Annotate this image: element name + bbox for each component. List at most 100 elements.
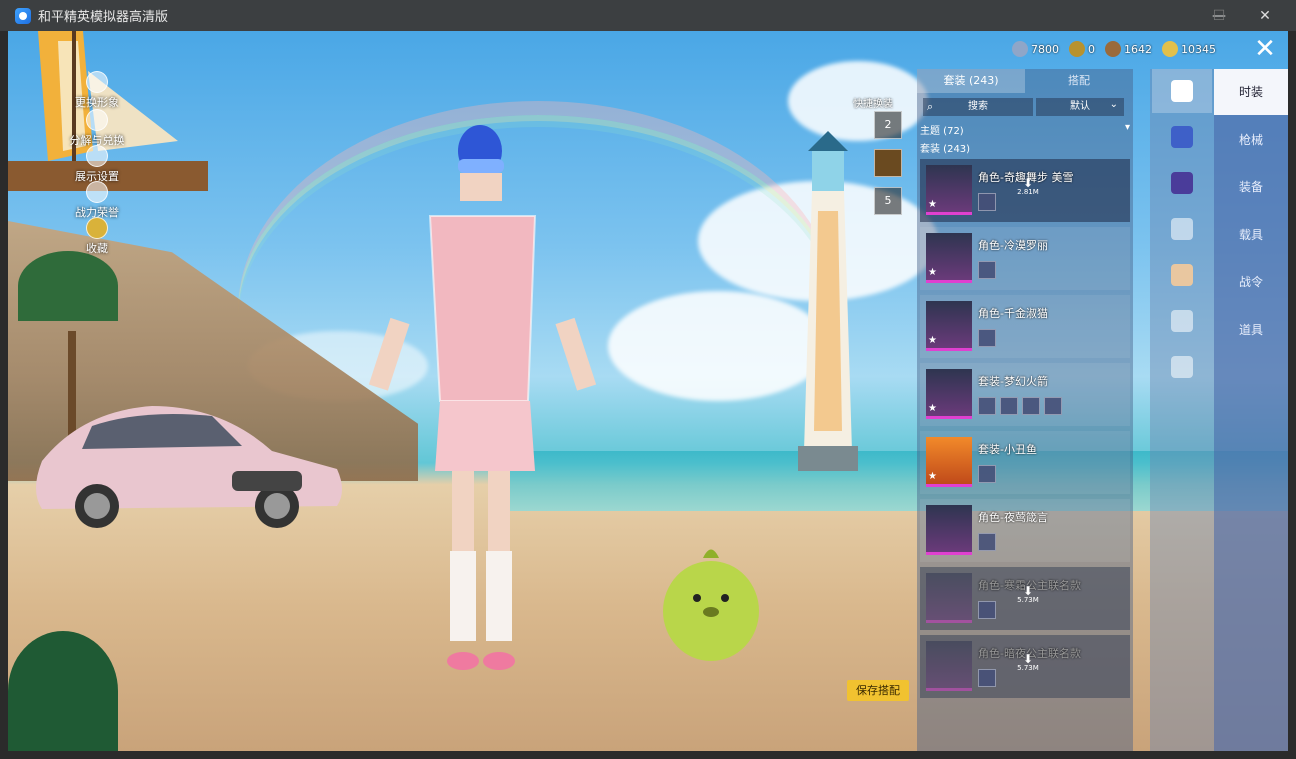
trophy-icon (86, 217, 108, 239)
outfit-name: 角色-千金淑猫 (978, 307, 1048, 320)
currency-value: 0 (1088, 42, 1095, 56)
theme-filter[interactable]: 主题 (72) ▾ (917, 116, 1133, 137)
outfit-part-icon (978, 261, 996, 279)
download-size: 5.73M (1017, 664, 1039, 672)
list-item[interactable]: ★ 角色-冷漠罗丽 (920, 227, 1130, 290)
list-item[interactable]: ★ 角色-千金淑猫 (920, 295, 1130, 358)
list-item[interactable]: 角色-寒霜公主联名款 ⬇ 5.73M (920, 567, 1130, 630)
outfit-part-icon (978, 601, 996, 619)
exchange-icon (86, 109, 108, 131)
outfit-part-icon (978, 533, 996, 551)
minimize-button-alt (1150, 0, 1196, 31)
outfit-thumbnail: ★ (926, 369, 972, 419)
search-row: 搜索 默认 (917, 93, 1133, 116)
download-size: 2.81M (1017, 188, 1039, 196)
helmet-hair-icon[interactable] (1152, 115, 1212, 159)
palm-leaves (8, 631, 118, 751)
currency-value: 1642 (1124, 42, 1152, 56)
currency-item[interactable]: 1642 (1105, 41, 1152, 57)
outfit-name: 角色-冷漠罗丽 (978, 239, 1048, 252)
maximize-button[interactable]: ☐ (1196, 0, 1242, 31)
save-outfit-button[interactable]: 保存搭配 (847, 680, 909, 701)
pants-icon[interactable] (1152, 299, 1212, 343)
change-appearance-label: 更换形象 (75, 96, 119, 109)
bronze-coin-icon (1105, 41, 1121, 57)
gem-icon (1012, 41, 1028, 57)
search-input[interactable]: 搜索 (923, 98, 1033, 116)
list-item[interactable]: 角色-暗夜公主联名款 ⬇ 5.73M (920, 635, 1130, 698)
outfit-thumbnail (926, 573, 972, 623)
theme-filter-label: 主题 (72) (920, 126, 964, 137)
gold-coin-icon (1162, 41, 1178, 57)
currency-item[interactable]: 10345 (1162, 41, 1216, 57)
download-icon[interactable]: ⬇ 2.81M (1016, 177, 1040, 196)
quick-slot[interactable]: 2 (874, 111, 902, 139)
flame-icon (86, 181, 108, 203)
tab-outfits[interactable]: 搭配 (1025, 69, 1133, 93)
currency-item[interactable]: 7800 (1012, 41, 1059, 57)
collection-button[interactable]: 收藏 (62, 217, 132, 256)
outfit-thumbnail: ★ (926, 301, 972, 351)
tab-battle-pass[interactable]: 战令 (1214, 259, 1288, 305)
power-honor-button[interactable]: 战力荣誉 (62, 181, 132, 220)
list-item[interactable]: ★ 角色-奇趣舞步 美雪 ⬇ 2.81M (920, 159, 1130, 222)
outfit-thumbnail: ★ (926, 437, 972, 487)
close-icon[interactable]: ✕ (1252, 36, 1278, 63)
quick-change-label[interactable]: 快捷换装 (853, 95, 893, 110)
star-icon: ★ (928, 471, 937, 482)
outfit-thumbnail (926, 505, 972, 555)
quick-slot[interactable] (874, 149, 902, 177)
top-icon[interactable] (1152, 253, 1212, 297)
shoes-icon[interactable] (1152, 345, 1212, 389)
eye-icon (86, 145, 108, 167)
window-titlebar: 和平精英模拟器高清版 — ☐ ✕ (0, 0, 1296, 31)
tab-sets[interactable]: 套装 (243) (917, 69, 1025, 93)
set-count-label: 套装 (243) (920, 144, 971, 155)
currency-value: 10345 (1181, 42, 1216, 56)
outfit-part-icon (978, 397, 996, 415)
game-viewport[interactable]: 更换形象 分解与兑换 展示设置 战力荣誉 收藏 7800 0 1642 1034… (8, 31, 1288, 751)
download-icon[interactable]: ⬇ 5.73M (1016, 585, 1040, 604)
right-tab-column: 时装 枪械 装备 载具 战令 道具 (1214, 69, 1288, 751)
list-item[interactable]: ★ 套装-小丑鱼 (920, 431, 1130, 494)
outfit-name: 套装-小丑鱼 (978, 443, 1037, 456)
outfit-part-icon (978, 193, 996, 211)
medal-icon (1069, 41, 1085, 57)
tab-vehicles[interactable]: 载具 (1214, 212, 1288, 258)
collection-label: 收藏 (86, 242, 108, 255)
download-icon[interactable]: ⬇ 5.73M (1016, 653, 1040, 672)
close-window-button[interactable]: ✕ (1242, 0, 1288, 31)
list-item[interactable]: ★ 套装-梦幻火箭 (920, 363, 1130, 426)
outfit-part-icon (978, 669, 996, 687)
bag-icon[interactable] (1152, 161, 1212, 205)
outfit-part-icon (1000, 397, 1018, 415)
star-icon: ★ (928, 267, 937, 278)
quick-slot[interactable]: 5 (874, 187, 902, 215)
tab-weapons[interactable]: 枪械 (1214, 117, 1288, 163)
window-title: 和平精英模拟器高清版 (38, 10, 169, 25)
tab-equipment[interactable]: 装备 (1214, 164, 1288, 210)
outfit-thumbnail: ★ (926, 233, 972, 283)
hanger-icon[interactable] (1152, 69, 1212, 113)
currency-item[interactable]: 0 (1069, 41, 1095, 57)
pink-car (36, 406, 342, 528)
player-character[interactable] (360, 121, 610, 681)
outfit-thumbnail: ★ (926, 165, 972, 215)
sort-dropdown[interactable]: 默认 (1036, 96, 1124, 116)
star-icon: ★ (928, 403, 937, 414)
tab-items[interactable]: 道具 (1214, 307, 1288, 353)
outfit-part-icon (978, 465, 996, 483)
outfit-thumbnail (926, 641, 972, 691)
list-item[interactable]: 角色-夜莺箴言 (920, 499, 1130, 562)
display-settings-button[interactable]: 展示设置 (62, 145, 132, 184)
decompose-exchange-button[interactable]: 分解与兑换 (62, 109, 132, 148)
category-icon-column (1150, 69, 1214, 751)
outfit-name: 套装-梦幻火箭 (978, 375, 1048, 388)
app-logo-icon (15, 7, 31, 24)
mask-icon[interactable] (1152, 207, 1212, 251)
star-icon: ★ (928, 335, 937, 346)
tab-fashion[interactable]: 时装 (1214, 69, 1288, 115)
green-pet[interactable] (653, 536, 768, 666)
currency-value: 7800 (1031, 42, 1059, 56)
change-appearance-button[interactable]: 更换形象 (62, 71, 132, 110)
